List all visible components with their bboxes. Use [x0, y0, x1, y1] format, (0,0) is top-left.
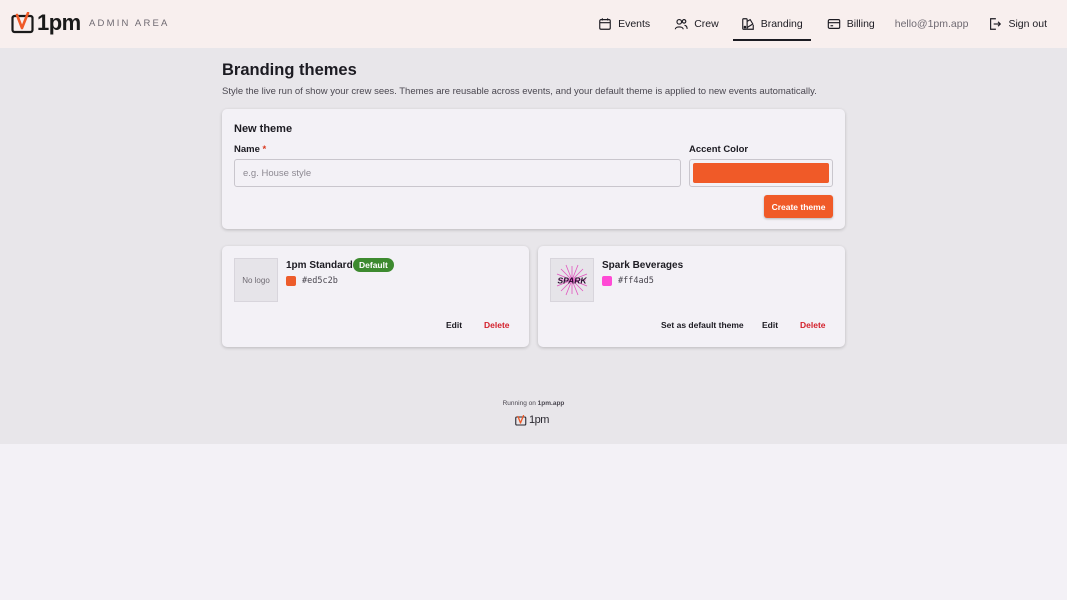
create-theme-button[interactable]: Create theme [764, 195, 833, 218]
calendar-icon [599, 18, 611, 30]
users-icon [674, 18, 688, 30]
main-content-area [0, 48, 1067, 444]
brand-name: 1pm [37, 10, 81, 35]
new-theme-card: New theme Name * Accent Color Create the… [222, 109, 845, 229]
nav-item-billing[interactable]: Billing [827, 6, 875, 42]
theme-name: 1pm Standard [286, 260, 353, 271]
theme-color-row: #ed5c2b [286, 276, 338, 286]
logo-mark-icon [11, 12, 34, 34]
footer-brand-name: 1pm [529, 414, 549, 426]
theme-hex-value: #ff4ad5 [618, 276, 654, 286]
main-nav: Events Crew Branding Billing hello@1pm.a… [598, 0, 1067, 48]
nav-item-events[interactable]: Events [598, 6, 650, 42]
theme-name-input[interactable] [234, 159, 681, 187]
edit-theme-button[interactable]: Edit [446, 320, 462, 330]
theme-card-spark-beverages: SPARK Spark Beverages #ff4ad5 Set as def… [538, 246, 845, 347]
name-label-text: Name [234, 144, 260, 155]
credit-card-icon [827, 19, 840, 29]
footer-logo[interactable]: 1pm [515, 415, 549, 426]
spark-logo-text: SPARK [557, 276, 587, 286]
top-navbar: 1pm ADMIN AREA Events Crew Branding Bill [0, 0, 1067, 48]
required-mark: * [262, 144, 267, 155]
theme-color-chip [602, 276, 612, 286]
spark-logo-image: SPARK [556, 264, 587, 296]
delete-theme-button[interactable]: Delete [484, 320, 510, 330]
set-default-theme-button[interactable]: Set as default theme [661, 320, 744, 330]
delete-theme-button[interactable]: Delete [800, 320, 826, 330]
running-on-text: Running on 1pm.app [0, 400, 1067, 407]
page-title: Branding themes [222, 61, 357, 79]
edit-theme-button[interactable]: Edit [762, 320, 778, 330]
page-subtitle: Style the live run of show your crew see… [222, 86, 817, 97]
theme-hex-value: #ed5c2b [302, 276, 338, 286]
nav-label: Billing [846, 18, 875, 30]
theme-color-chip [286, 276, 296, 286]
accent-color-swatch [693, 163, 829, 183]
new-theme-title: New theme [234, 123, 293, 135]
theme-color-row: #ff4ad5 [602, 276, 654, 286]
nav-label: Events [618, 18, 651, 30]
sign-out-icon [990, 18, 1002, 30]
theme-name: Spark Beverages [602, 260, 684, 271]
accent-color-label: Accent Color [689, 144, 749, 155]
theme-logo: SPARK [550, 258, 594, 302]
name-label: Name * [234, 144, 266, 155]
nav-item-crew[interactable]: Crew [674, 6, 719, 42]
theme-card-1pm-standard: No logo 1pm Standard Default #ed5c2b Edi… [222, 246, 529, 347]
admin-area-label: ADMIN AREA [89, 18, 170, 29]
nav-label: Branding [760, 18, 803, 30]
running-on-domain[interactable]: 1pm.app [538, 400, 565, 407]
sign-out-label: Sign out [1008, 18, 1047, 30]
user-email: hello@1pm.app [894, 18, 969, 30]
nav-item-branding[interactable]: Branding [732, 6, 811, 42]
accent-color-picker[interactable] [689, 159, 833, 187]
default-badge: Default [353, 258, 394, 272]
palette-icon [741, 18, 754, 30]
logo-mark-icon [515, 415, 527, 426]
sign-out-button[interactable]: Sign out [988, 6, 1047, 42]
nav-label: Crew [694, 18, 719, 30]
brand-logo[interactable]: 1pm [11, 12, 81, 34]
running-on-label: Running on [502, 400, 536, 407]
theme-logo-placeholder: No logo [234, 258, 278, 302]
